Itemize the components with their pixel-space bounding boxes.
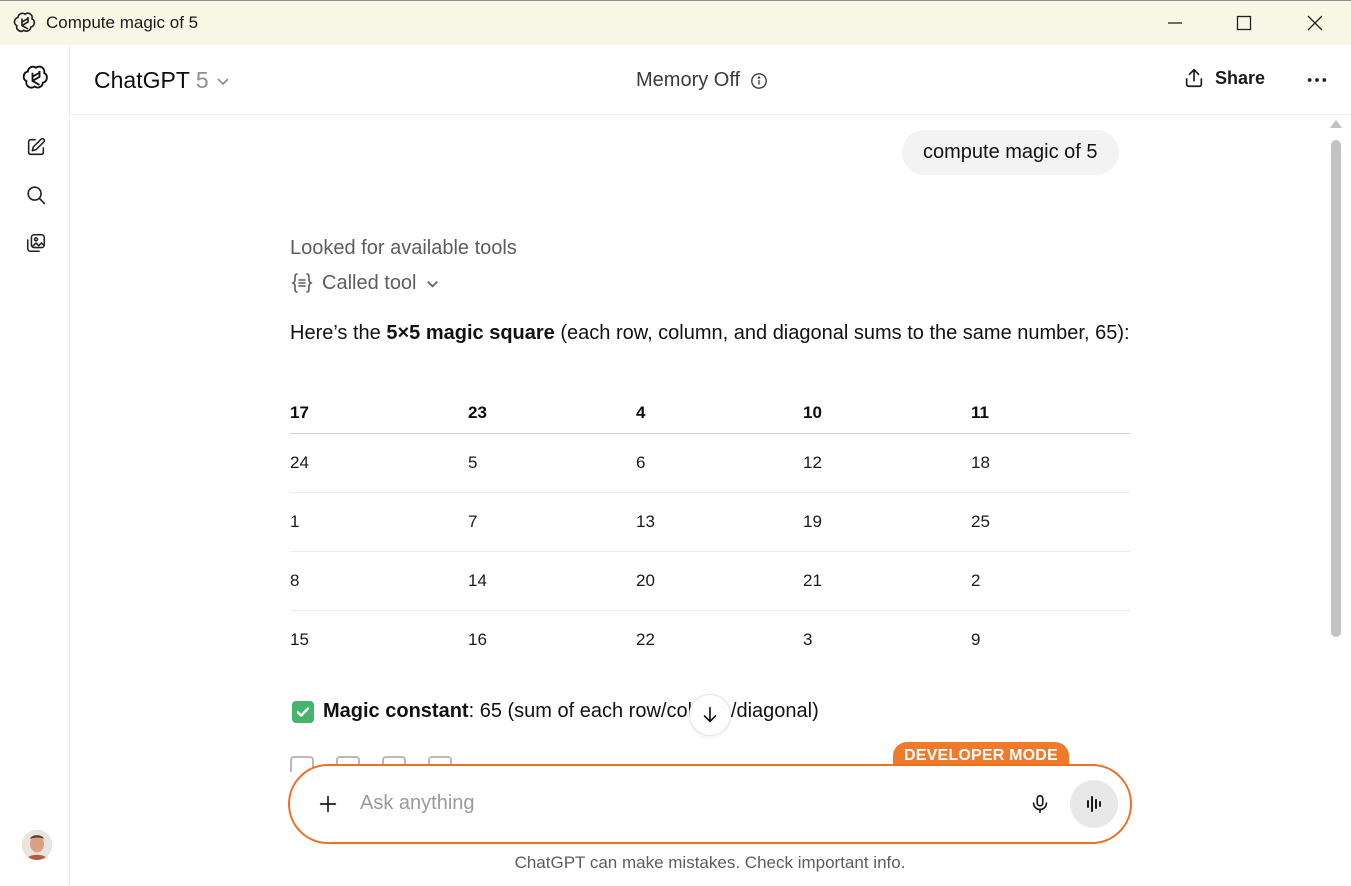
arrow-down-icon bbox=[703, 706, 717, 723]
table-cell: 6 bbox=[636, 433, 803, 493]
constant-label: Magic constant bbox=[323, 700, 469, 722]
table-cell: 14 bbox=[468, 551, 636, 611]
constant-text: : 65 (sum of each row/column/diagonal) bbox=[468, 700, 819, 722]
search-chats-button[interactable] bbox=[17, 176, 55, 214]
called-tool-label: Called tool bbox=[322, 271, 417, 294]
tool-status-looked: Looked for available tools bbox=[290, 237, 517, 260]
memory-label: Memory Off bbox=[636, 69, 741, 91]
table-cell: 9 bbox=[971, 629, 981, 649]
scrollbar-thumb[interactable] bbox=[1331, 140, 1341, 637]
composer[interactable]: Ask anything bbox=[288, 764, 1132, 844]
table-cell: 20 bbox=[636, 551, 803, 611]
disclaimer-text: ChatGPT can make mistakes. Check importa… bbox=[514, 853, 906, 872]
table-cell: 21 bbox=[803, 551, 971, 611]
intro-bold: 5×5 magic square bbox=[386, 322, 555, 344]
upload-icon bbox=[1185, 68, 1203, 88]
table-cell: 22 bbox=[636, 629, 655, 649]
message-input[interactable]: Ask anything bbox=[360, 792, 475, 815]
table-cell: 19 bbox=[803, 492, 971, 552]
table-cell: 24 bbox=[290, 433, 468, 493]
table-row: 8 14 20 21 2 bbox=[290, 551, 1130, 611]
header-cell: 23 bbox=[468, 393, 636, 434]
table-row: 1 7 13 19 25 bbox=[290, 492, 1130, 552]
header-cell: 10 bbox=[803, 393, 971, 434]
sidebar bbox=[0, 45, 70, 886]
braces-icon bbox=[291, 273, 313, 293]
plus-icon bbox=[319, 795, 337, 813]
table-row: 24 5 6 12 18 bbox=[290, 433, 1130, 493]
home-logo-button[interactable] bbox=[17, 59, 55, 97]
intro-prefix: Here’s the bbox=[290, 322, 387, 344]
chevron-down-icon bbox=[426, 280, 438, 288]
voice-mode-button[interactable] bbox=[1070, 780, 1118, 828]
table-cell: 3 bbox=[803, 629, 813, 649]
tool-status-text: Looked for available tools bbox=[290, 237, 517, 259]
close-icon bbox=[1307, 15, 1323, 31]
table-cell: 15 bbox=[290, 629, 309, 649]
minimize-icon bbox=[1168, 22, 1182, 24]
voice-waveform-icon bbox=[1087, 796, 1101, 812]
header-cell: 17 bbox=[290, 393, 468, 434]
scroll-to-bottom-button[interactable] bbox=[689, 694, 731, 736]
table-header-row: 17 23 4 10 11 bbox=[290, 393, 1130, 434]
chatgpt-logo-icon bbox=[22, 65, 48, 89]
model-selector[interactable]: ChatGPT 5 bbox=[94, 67, 231, 94]
microphone-icon bbox=[1032, 794, 1048, 814]
new-chat-button[interactable] bbox=[17, 128, 55, 166]
share-button[interactable]: Share bbox=[1183, 67, 1265, 89]
called-tool-toggle[interactable]: Called tool bbox=[290, 271, 440, 295]
chevron-down-icon bbox=[217, 77, 229, 85]
table-cell: 7 bbox=[468, 492, 636, 552]
table-cell: 13 bbox=[636, 492, 803, 552]
window-title: Compute magic of 5 bbox=[46, 13, 199, 32]
user-message: compute magic of 5 bbox=[902, 130, 1119, 175]
check-mark-icon bbox=[292, 700, 314, 723]
model-version: 5 bbox=[195, 67, 209, 93]
magic-constant-line: Magic constant: 65 (sum of each row/colu… bbox=[292, 700, 819, 723]
model-name: ChatGPT bbox=[94, 67, 190, 93]
memory-status: Memory Off bbox=[636, 69, 768, 92]
close-window-button[interactable] bbox=[1280, 1, 1350, 45]
add-attachment-button[interactable] bbox=[312, 788, 344, 820]
assistant-intro: Here’s the 5×5 magic square (each row, c… bbox=[290, 315, 1135, 351]
table-cell: 1 bbox=[290, 492, 468, 552]
table-cell: 16 bbox=[468, 629, 487, 649]
table-cell: 8 bbox=[290, 551, 468, 611]
header-cell: 4 bbox=[636, 393, 803, 434]
maximize-icon bbox=[1236, 15, 1252, 31]
table-cell: 12 bbox=[803, 433, 971, 493]
table-cell: 18 bbox=[971, 433, 1130, 493]
info-icon[interactable] bbox=[750, 72, 768, 90]
table-cell: 2 bbox=[971, 551, 1130, 611]
table-row: 15 16 22 3 9 bbox=[290, 610, 1130, 669]
header-cell: 11 bbox=[971, 393, 1130, 434]
title-bar: Compute magic of 5 bbox=[0, 0, 1351, 45]
edit-icon bbox=[27, 137, 46, 156]
intro-suffix: (each row, column, and diagonal sums to … bbox=[554, 322, 1130, 344]
library-button[interactable] bbox=[17, 224, 55, 262]
share-label: Share bbox=[1215, 67, 1266, 88]
table-cell: 25 bbox=[971, 492, 1130, 552]
magic-square-table: 17 23 4 10 11 24 5 6 12 18 1 7 13 19 25 … bbox=[290, 393, 1130, 669]
dictate-button[interactable] bbox=[1024, 788, 1056, 820]
chat-header: ChatGPT 5 Memory Off Share bbox=[70, 45, 1351, 115]
table-cell: 5 bbox=[468, 433, 636, 493]
minimize-button[interactable] bbox=[1140, 1, 1210, 45]
maximize-button[interactable] bbox=[1209, 1, 1279, 45]
scroll-up-arrow[interactable] bbox=[1330, 120, 1342, 128]
more-horizontal-icon bbox=[1307, 78, 1327, 82]
chatgpt-logo-icon bbox=[13, 11, 37, 35]
more-options-button[interactable] bbox=[1302, 65, 1332, 95]
images-icon bbox=[26, 233, 46, 253]
search-icon bbox=[27, 186, 46, 205]
